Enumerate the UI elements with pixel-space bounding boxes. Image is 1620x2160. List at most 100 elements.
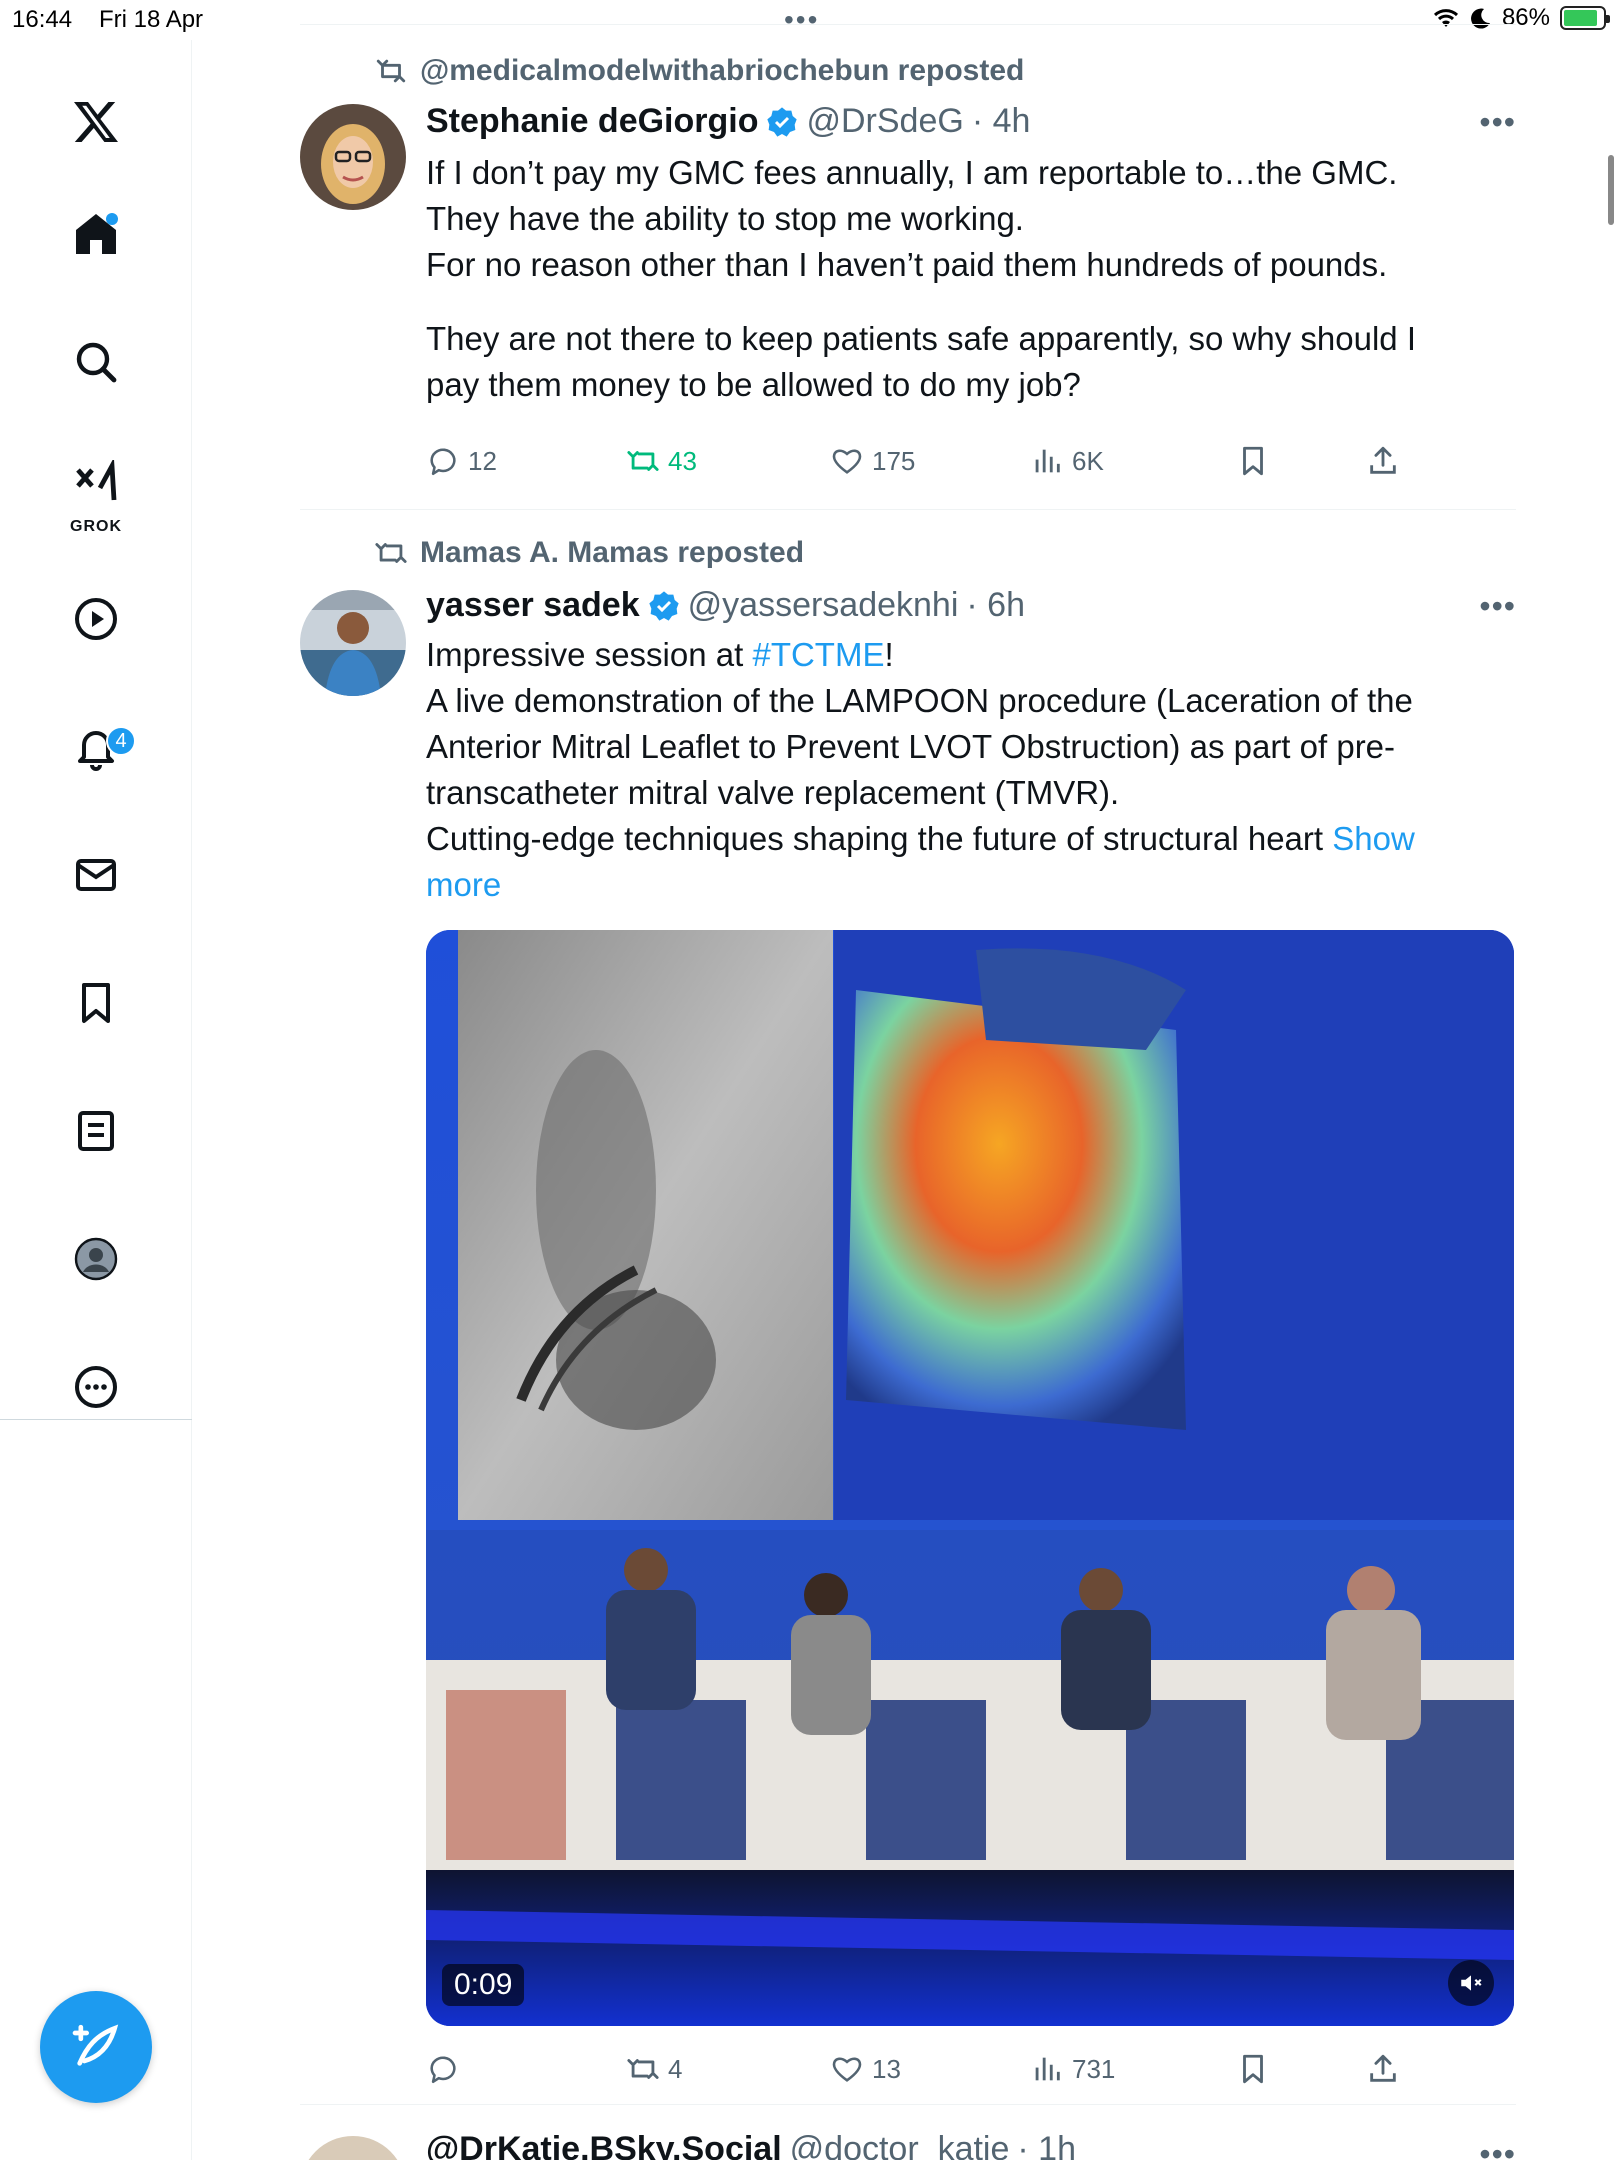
scrollbar[interactable] bbox=[1608, 155, 1614, 225]
status-right: 86% bbox=[1432, 4, 1610, 32]
video-player[interactable]: 0:09 bbox=[426, 930, 1514, 2026]
tweet-line: A live demonstration of the LAMPOON proc… bbox=[426, 682, 1413, 719]
avatar[interactable] bbox=[300, 104, 406, 210]
show-more-link[interactable]: Show bbox=[1332, 820, 1415, 857]
timestamp[interactable]: · 6h bbox=[966, 586, 1025, 625]
handle[interactable]: @yassersadeknhi bbox=[688, 586, 959, 625]
views-button[interactable]: 6K bbox=[1030, 444, 1104, 478]
handle[interactable]: @DrSdeG bbox=[806, 102, 963, 141]
grok-icon[interactable] bbox=[64, 452, 128, 516]
reply-icon bbox=[430, 2056, 456, 2084]
views-chart-icon bbox=[1035, 449, 1060, 473]
views-button[interactable]: 731 bbox=[1030, 2052, 1115, 2086]
avatar[interactable] bbox=[300, 590, 406, 696]
timestamp[interactable]: · 4h bbox=[972, 102, 1031, 141]
share-icon bbox=[1370, 2054, 1396, 2082]
more-options-icon[interactable]: ••• bbox=[1479, 588, 1516, 625]
share-button[interactable] bbox=[1366, 444, 1400, 478]
video-duration: 0:09 bbox=[442, 1964, 525, 2006]
home-icon[interactable] bbox=[64, 202, 128, 266]
like-button[interactable]: 175 bbox=[830, 444, 915, 478]
x-logo-icon[interactable] bbox=[64, 90, 128, 154]
messages-envelope-icon[interactable] bbox=[64, 843, 128, 907]
tweet-text-segment: ! bbox=[884, 636, 894, 673]
tweet-header: @DrKatie.BSky.Social @doctor_katie · 1h bbox=[426, 2130, 1076, 2160]
verified-badge-icon bbox=[648, 590, 679, 621]
sidebar: GROK 4 bbox=[0, 40, 192, 2160]
video-frame bbox=[426, 930, 1514, 2026]
repost-context-text[interactable]: @medicalmodelwithabriochebun reposted bbox=[420, 54, 1024, 88]
feed-top-divider bbox=[300, 24, 1516, 25]
profile-avatar-icon[interactable] bbox=[64, 1227, 128, 1291]
tweet-line: Cutting-edge techniques shaping the futu… bbox=[426, 816, 1506, 862]
search-icon[interactable] bbox=[64, 330, 128, 394]
tweet-actions: 12 43 175 6K bbox=[426, 444, 1506, 484]
tweet-divider bbox=[300, 2104, 1516, 2105]
share-button[interactable] bbox=[1366, 2052, 1400, 2086]
repost-button[interactable]: 4 bbox=[626, 2052, 682, 2086]
tweet-line: pay them money to be allowed to do my jo… bbox=[426, 366, 1081, 403]
status-date: Fri 18 Apr bbox=[99, 6, 204, 33]
compose-post-button[interactable] bbox=[40, 1991, 152, 2103]
battery-icon bbox=[1560, 6, 1610, 30]
tweet-actions: 4 13 731 bbox=[426, 2052, 1506, 2092]
bookmark-icon bbox=[1243, 2054, 1263, 2084]
more-options-icon[interactable] bbox=[64, 1355, 128, 1419]
tweet-header: Stephanie deGiorgio @DrSdeG · 4h bbox=[426, 102, 1030, 141]
bookmark-button[interactable] bbox=[1236, 444, 1270, 478]
notifications-badge: 4 bbox=[106, 726, 136, 756]
repost-icon bbox=[627, 2059, 659, 2079]
view-count: 731 bbox=[1072, 2053, 1116, 2084]
reply-button[interactable] bbox=[426, 2052, 468, 2086]
grok-label: GROK bbox=[70, 518, 122, 535]
lists-icon[interactable] bbox=[64, 1099, 128, 1163]
reply-count: 12 bbox=[468, 445, 497, 476]
view-count: 6K bbox=[1072, 445, 1104, 476]
handle[interactable]: @doctor_katie bbox=[790, 2130, 1010, 2160]
tweet-line-blank bbox=[426, 288, 1506, 316]
video-icon[interactable] bbox=[64, 587, 128, 651]
home-unread-dot bbox=[106, 213, 118, 225]
tweet-line: Impressive session at #TCTME! bbox=[426, 632, 1506, 678]
repost-button[interactable]: 43 bbox=[626, 444, 697, 478]
bookmarks-icon[interactable] bbox=[64, 971, 128, 1035]
reply-button[interactable]: 12 bbox=[426, 444, 497, 478]
repost-context: Mamas A. Mamas reposted bbox=[374, 536, 804, 570]
timestamp[interactable]: · 1h bbox=[1017, 2130, 1076, 2160]
repost-context-text[interactable]: Mamas A. Mamas reposted bbox=[420, 536, 804, 570]
display-name[interactable]: Stephanie deGiorgio bbox=[426, 102, 758, 141]
tweet-line: They are not there to keep patients safe… bbox=[426, 320, 1416, 357]
display-name[interactable]: yasser sadek bbox=[426, 586, 640, 625]
repost-count: 43 bbox=[668, 445, 697, 476]
display-name[interactable]: @DrKatie.BSky.Social bbox=[426, 2130, 782, 2160]
repost-icon bbox=[376, 59, 406, 83]
repost-icon bbox=[627, 451, 659, 471]
bookmark-icon bbox=[1243, 446, 1263, 476]
hashtag-link[interactable]: #TCTME bbox=[752, 636, 884, 673]
like-button[interactable]: 13 bbox=[830, 2052, 901, 2086]
heart-icon bbox=[832, 449, 862, 474]
verified-badge-icon bbox=[767, 106, 798, 137]
more-options-icon[interactable]: ••• bbox=[1479, 104, 1516, 141]
muted-speaker-icon bbox=[1461, 1975, 1482, 1991]
show-more-link-continued[interactable]: more bbox=[426, 866, 501, 903]
moon-icon bbox=[1470, 8, 1490, 29]
repost-icon bbox=[375, 543, 407, 563]
tweet-line: more bbox=[426, 862, 1506, 908]
mute-button[interactable] bbox=[1448, 1960, 1494, 2006]
tweet-divider bbox=[300, 509, 1516, 510]
multitasking-dots-icon[interactable]: ••• bbox=[784, 4, 819, 36]
tweet-line: Anterior Mitral Leaflet to Prevent LVOT … bbox=[426, 728, 1396, 765]
like-count: 13 bbox=[872, 2053, 901, 2084]
views-chart-icon bbox=[1035, 2057, 1060, 2081]
reply-icon bbox=[430, 448, 456, 476]
avatar[interactable] bbox=[300, 2136, 406, 2160]
tweet-line: If I don’t pay my GMC fees annually, I a… bbox=[426, 154, 1398, 191]
more-options-icon[interactable]: ••• bbox=[1479, 2136, 1516, 2160]
repost-count: 4 bbox=[668, 2053, 683, 2084]
tweet-header: yasser sadek @yassersadeknhi · 6h bbox=[426, 586, 1025, 625]
tweet-text-segment: Impressive session at bbox=[426, 636, 753, 673]
repost-context: @medicalmodelwithabriochebun reposted bbox=[374, 54, 1024, 88]
share-icon bbox=[1370, 446, 1396, 474]
bookmark-button[interactable] bbox=[1236, 2052, 1270, 2086]
